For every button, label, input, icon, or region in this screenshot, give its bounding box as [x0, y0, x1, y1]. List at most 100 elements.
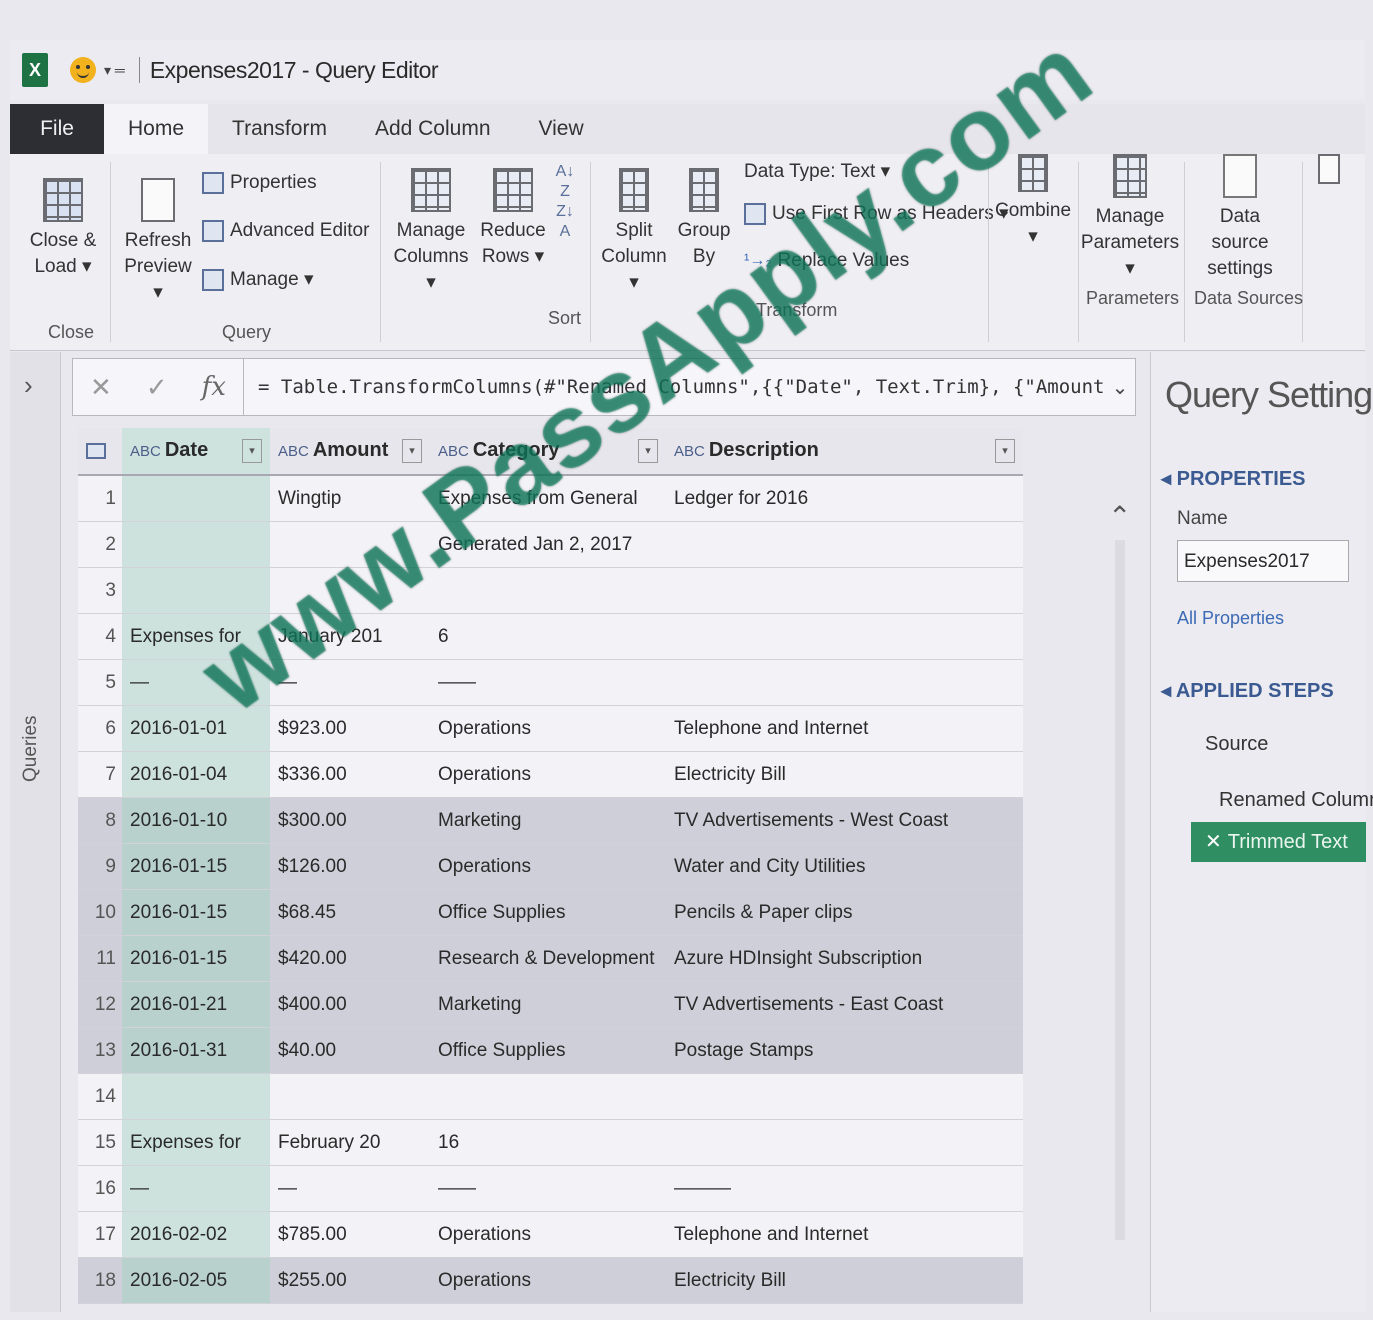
manage-columns-button[interactable]: Manage Columns ▾ [388, 168, 474, 296]
cell-amount[interactable]: $40.00 [270, 1027, 430, 1074]
advanced-editor-button[interactable]: Advanced Editor [202, 220, 369, 242]
cell-category[interactable]: Marketing [430, 981, 666, 1028]
cell-description[interactable]: TV Advertisements - East Coast [666, 981, 1023, 1028]
applied-steps-heading[interactable]: ◂ APPLIED STEPS [1161, 678, 1334, 703]
tab-file[interactable]: File [10, 104, 104, 154]
cell-category[interactable]: Operations [430, 1257, 666, 1304]
check-icon[interactable]: ✓ [146, 372, 168, 403]
chevron-down-icon[interactable]: ⌄ [1105, 375, 1135, 400]
vertical-scrollbar[interactable] [1115, 540, 1125, 1240]
cell-category[interactable]: Operations [430, 1211, 666, 1258]
table-row[interactable]: 5— — —— [78, 659, 1023, 706]
cell-amount[interactable]: $420.00 [270, 935, 430, 982]
column-header-category[interactable]: ABC Category ▾ [430, 428, 666, 476]
cell-category[interactable]: Research & Development [430, 935, 666, 982]
cell-category[interactable]: Operations [430, 751, 666, 798]
cancel-icon[interactable]: ✕ [90, 372, 112, 403]
cell-amount[interactable]: January 201 [270, 613, 430, 660]
cell-date[interactable]: 2016-02-05 [122, 1257, 270, 1304]
cell-date[interactable] [122, 567, 270, 614]
new-source-icon[interactable] [1314, 154, 1344, 190]
table-row[interactable]: 6 2016-01-01 $923.00 Operations Telephone an… [78, 705, 1023, 752]
cell-description[interactable]: Postage Stamps [666, 1027, 1023, 1074]
combine-button[interactable]: Combine ▾ [994, 154, 1072, 250]
scroll-up-icon[interactable]: ⌃ [1108, 500, 1131, 533]
chevron-right-icon[interactable]: › [24, 370, 33, 401]
data-type-dropdown[interactable]: Data Type: Text ▾ [744, 160, 890, 183]
cell-amount[interactable]: $300.00 [270, 797, 430, 844]
text-type-icon[interactable]: ABC [438, 443, 469, 460]
filter-dropdown-icon[interactable]: ▾ [638, 439, 658, 463]
cell-description[interactable] [666, 613, 1023, 660]
table-row[interactable]: 13 2016-01-31 $40.00 Office Supplies Postage… [78, 1027, 1023, 1074]
tab-transform[interactable]: Transform [208, 104, 351, 154]
smiley-feedback-icon[interactable] [70, 57, 96, 83]
cell-amount[interactable]: — [270, 659, 430, 706]
split-column-button[interactable]: Split Column ▾ [596, 168, 672, 296]
properties-button[interactable]: Properties [202, 172, 317, 194]
table-row[interactable]: 10 2016-01-15 $68.45 Office Supplies Pencils… [78, 889, 1023, 936]
applied-step-trimmed-text[interactable]: ✕ Trimmed Text [1191, 822, 1366, 862]
column-header-date[interactable]: ABC Date ▾ [122, 428, 270, 476]
cell-amount[interactable]: $336.00 [270, 751, 430, 798]
text-type-icon[interactable]: ABC [130, 443, 161, 460]
cell-category[interactable]: Operations [430, 705, 666, 752]
formula-input[interactable]: = Table.TransformColumns(#"Renamed Colum… [244, 376, 1105, 398]
table-row[interactable]: 1 Wingtip Expenses from General Ledger for … [78, 475, 1023, 522]
cell-amount[interactable]: $785.00 [270, 1211, 430, 1258]
cell-category[interactable]: 6 [430, 613, 666, 660]
cell-description[interactable] [666, 521, 1023, 568]
filter-dropdown-icon[interactable]: ▾ [402, 439, 422, 463]
cell-description[interactable]: Ledger for 2016 [666, 475, 1023, 522]
replace-values-button[interactable]: ¹→₂ Replace Values [744, 250, 909, 272]
cell-description[interactable] [666, 1119, 1023, 1166]
delete-step-icon[interactable]: ✕ [1205, 831, 1222, 853]
sort-descending-icon[interactable]: Z↓ A [556, 203, 574, 240]
cell-date[interactable]: 2016-01-15 [122, 935, 270, 982]
cell-amount[interactable]: Wingtip [270, 475, 430, 522]
cell-category[interactable]: 16 [430, 1119, 666, 1166]
cell-date[interactable]: 2016-01-31 [122, 1027, 270, 1074]
cell-date[interactable] [122, 475, 270, 522]
cell-date[interactable]: 2016-01-01 [122, 705, 270, 752]
cell-date[interactable] [122, 1073, 270, 1120]
table-row[interactable]: 15 Expenses for February 20 16 [78, 1119, 1023, 1166]
cell-description[interactable]: ——— [666, 1165, 1023, 1212]
applied-step-source[interactable]: Source [1191, 724, 1366, 764]
cell-description[interactable] [666, 659, 1023, 706]
table-row[interactable]: 18 2016-02-05 $255.00 Operations Electricity… [78, 1257, 1023, 1304]
refresh-preview-button[interactable]: Refresh Preview ▾ [118, 178, 198, 306]
table-menu-button[interactable] [78, 428, 122, 476]
cell-date[interactable]: — [122, 1165, 270, 1212]
text-type-icon[interactable]: ABC [674, 443, 705, 460]
cell-description[interactable]: Electricity Bill [666, 751, 1023, 798]
text-type-icon[interactable]: ABC [278, 443, 309, 460]
cell-description[interactable] [666, 1073, 1023, 1120]
group-by-button[interactable]: Group By [676, 168, 732, 270]
cell-amount[interactable]: $68.45 [270, 889, 430, 936]
all-properties-link[interactable]: All Properties [1177, 608, 1284, 629]
table-row[interactable]: 7 2016-01-04 $336.00 Operations Electricity … [78, 751, 1023, 798]
cell-description[interactable]: Azure HDInsight Subscription [666, 935, 1023, 982]
cell-date[interactable]: 2016-02-02 [122, 1211, 270, 1258]
manage-parameters-button[interactable]: Manage Parameters ▾ [1080, 154, 1180, 282]
filter-dropdown-icon[interactable]: ▾ [995, 439, 1015, 463]
table-row[interactable]: 3 [78, 567, 1023, 614]
cell-amount[interactable] [270, 567, 430, 614]
cell-category[interactable]: Office Supplies [430, 889, 666, 936]
cell-category[interactable]: Marketing [430, 797, 666, 844]
manage-button[interactable]: Manage ▾ [202, 268, 314, 291]
table-row[interactable]: 9 2016-01-15 $126.00 Operations Water and Ci… [78, 843, 1023, 890]
table-row[interactable]: 14 [78, 1073, 1023, 1120]
cell-category[interactable]: Expenses from General [430, 475, 666, 522]
table-row[interactable]: 12 2016-01-21 $400.00 Marketing TV Advertise… [78, 981, 1023, 1028]
table-row[interactable]: 2 Generated Jan 2, 2017 [78, 521, 1023, 568]
cell-date[interactable]: 2016-01-21 [122, 981, 270, 1028]
quick-access-dropdown-icon[interactable]: ▾ ═ [104, 62, 125, 79]
fx-icon[interactable]: fx [202, 372, 226, 402]
cell-amount[interactable] [270, 521, 430, 568]
cell-date[interactable]: 2016-01-15 [122, 889, 270, 936]
sort-buttons[interactable]: A↓ Z Z↓ A [550, 162, 580, 242]
cell-category[interactable] [430, 567, 666, 614]
sort-ascending-icon[interactable]: A↓ Z [556, 163, 575, 200]
